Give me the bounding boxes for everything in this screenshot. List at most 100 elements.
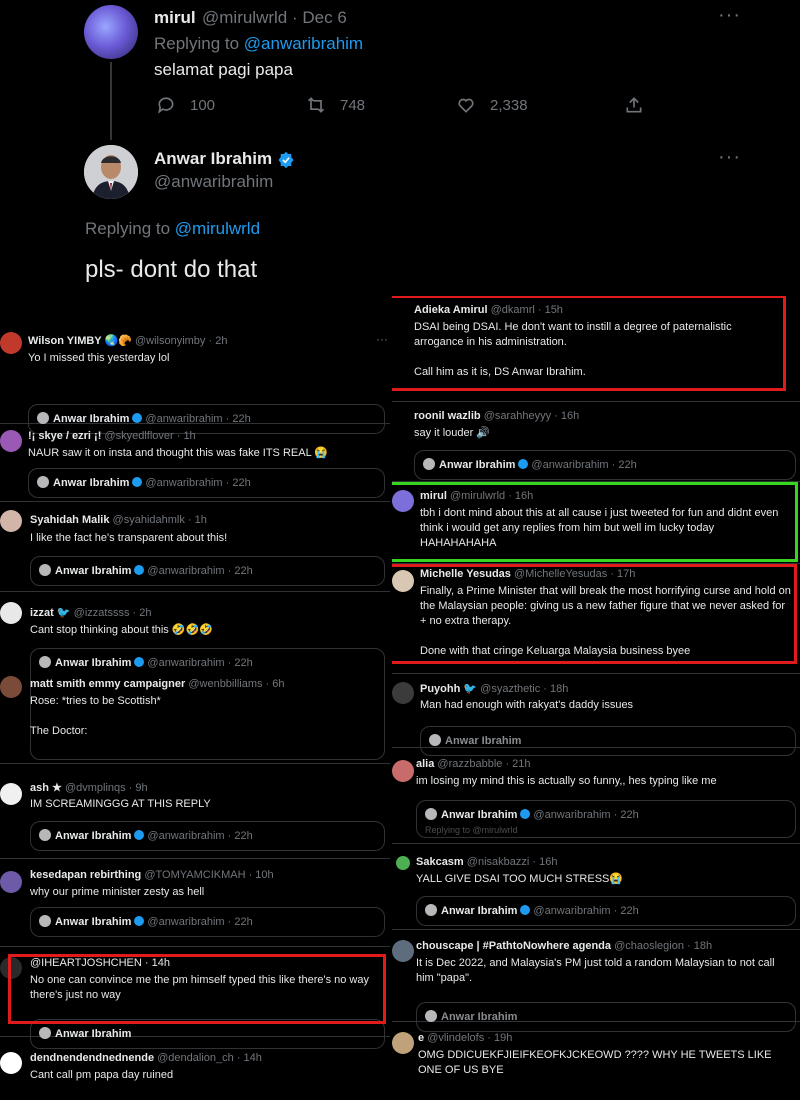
reply-meta: @wilsonyimby · 2h: [134, 335, 228, 347]
reply-avatar[interactable]: [396, 856, 410, 870]
quoted-name: Anwar Ibrahim: [441, 1011, 518, 1023]
reply-avatar[interactable]: [392, 940, 414, 962]
tweet1-more-icon[interactable]: ···: [718, 4, 741, 27]
reply-header: Sakcasm @nisakbazzi · 16h: [416, 856, 557, 868]
reply-item[interactable]: roonil wazlib @sarahheyyy · 16h say it l…: [392, 402, 800, 482]
nested-reply-avatar[interactable]: [0, 676, 22, 698]
quoted-name: Anwar Ibrahim: [55, 916, 132, 928]
verified-badge-icon: [278, 151, 294, 168]
quoted-avatar: [39, 1027, 51, 1039]
nested-reply-meta: @wenbbilliams · 6h: [188, 678, 285, 690]
verified-badge-icon: [134, 916, 145, 926]
reply-item[interactable]: izzat 🐦 @izzatssss · 2h Cant stop thinki…: [0, 592, 390, 764]
quoted-avatar: [39, 829, 51, 841]
verified-badge-icon: [520, 809, 531, 819]
reply-item[interactable]: Wilson YIMBY 🌏🥐 @wilsonyimby · 2h ··· Yo…: [0, 324, 390, 434]
tweet2-author-name[interactable]: Anwar Ibrahim: [154, 149, 295, 169]
tweet2-handle: @anwaribrahim: [154, 172, 274, 191]
quoted-meta: @anwaribrahim · 22h: [145, 477, 251, 489]
reply-header: !¡ skye / ezri ¡! @skyedlflover · 1h: [28, 430, 196, 442]
reply-avatar[interactable]: [392, 682, 414, 704]
tweet1-meta: @mirulwrld · Dec 6: [202, 8, 347, 27]
reply-author[interactable]: Wilson YIMBY 🌏🥐: [28, 335, 132, 347]
reply-item[interactable]: Puyohh 🐦 @syazthetic · 18h Man had enoug…: [392, 674, 800, 756]
quoted-tweet[interactable]: Anwar Ibrahim @anwaribrahim · 22h: [30, 821, 385, 851]
highlight-box-red: [8, 954, 386, 1024]
verified-badge-icon: [134, 657, 145, 667]
reply-avatar[interactable]: [392, 760, 414, 782]
reply-meta: @dendalion_ch · 14h: [157, 1052, 262, 1064]
reply-header: e @vlindelofs · 19h: [418, 1032, 512, 1044]
quoted-tweet[interactable]: Anwar Ibrahim @anwaribrahim · 22h: [28, 468, 385, 498]
anwar-portrait: [84, 145, 138, 199]
reply-item[interactable]: e @vlindelofs · 19h OMG DDICUEKFJIEIFKEO…: [392, 1024, 800, 1100]
reply-header: alia @razzbabble · 21h: [416, 758, 531, 770]
tweet2-more-icon[interactable]: ···: [718, 146, 741, 169]
reply-item[interactable]: dendnendendnednende @dendalion_ch · 14h …: [0, 1044, 390, 1100]
quoted-meta: @anwaribrahim · 22h: [147, 657, 253, 669]
reply-author[interactable]: kesedapan rebirthing: [30, 869, 141, 881]
quoted-avatar: [37, 412, 49, 424]
reply-meta: @razzbabble · 21h: [437, 758, 531, 770]
reply-icon: [158, 97, 174, 114]
nested-reply-author[interactable]: matt smith emmy campaigner: [30, 678, 185, 690]
reply-header: Puyohh 🐦 @syazthetic · 18h: [420, 682, 568, 695]
reply-text: Cant stop thinking about this 🤣🤣🤣: [30, 624, 213, 636]
reply-author[interactable]: Sakcasm: [416, 856, 464, 868]
anwar-avatar[interactable]: [84, 145, 138, 199]
share-button[interactable]: [624, 95, 644, 115]
reply-author[interactable]: alia: [416, 758, 434, 770]
reply-item[interactable]: ash ★ @dvmplinqs · 9h IM SCREAMINGGG AT …: [0, 775, 390, 859]
reply-item[interactable]: chouscape | #PathtoNowhere agenda @chaos…: [392, 932, 800, 1032]
reply-item[interactable]: kesedapan rebirthing @TOMYAMCIKMAH · 10h…: [0, 859, 390, 947]
reply-author[interactable]: izzat 🐦: [30, 607, 71, 619]
reply-author[interactable]: dendnendendnednende: [30, 1052, 154, 1064]
replying-handle-link[interactable]: @mirulwrld: [175, 219, 260, 238]
reply-avatar[interactable]: [0, 510, 22, 532]
like-count: 2,338: [490, 96, 528, 114]
reply-avatar[interactable]: [0, 332, 22, 354]
left-replies-panel: Wilson YIMBY 🌏🥐 @wilsonyimby · 2h ··· Yo…: [0, 300, 390, 1100]
reply-avatar[interactable]: [392, 1032, 414, 1054]
reply-item[interactable]: !¡ skye / ezri ¡! @skyedlflover · 1h NAU…: [0, 424, 390, 502]
replying-handle-link[interactable]: @anwaribrahim: [244, 34, 363, 53]
tweet1-author-name[interactable]: mirul: [154, 8, 196, 28]
retweet-icon: [307, 97, 325, 113]
reply-avatar[interactable]: [0, 430, 22, 452]
like-button[interactable]: 2,338: [456, 95, 528, 115]
reply-author[interactable]: e: [418, 1032, 424, 1044]
reply-author[interactable]: ash ★: [30, 782, 62, 794]
verified-badge-icon: [134, 830, 145, 840]
reply-meta: @izzatssss · 2h: [73, 607, 152, 619]
reply-author[interactable]: chouscape | #PathtoNowhere agenda: [416, 940, 611, 952]
quoted-name: Anwar Ibrahim: [441, 809, 518, 821]
quoted-tweet[interactable]: Anwar Ibrahim @anwaribrahim · 22h: [30, 907, 385, 937]
reply-avatar[interactable]: [0, 602, 22, 624]
retweet-button[interactable]: 748: [306, 95, 365, 115]
quoted-tweet[interactable]: Anwar Ibrahim @anwaribrahim · 22h Replyin…: [416, 800, 796, 838]
reply-author[interactable]: roonil wazlib: [414, 410, 481, 422]
reply-text: im losing my mind this is actually so fu…: [416, 775, 717, 787]
reply-header: izzat 🐦 @izzatssss · 2h: [30, 606, 151, 619]
reply-author[interactable]: !¡ skye / ezri ¡!: [28, 430, 101, 442]
quoted-tweet[interactable]: Anwar Ibrahim @anwaribrahim · 22h: [30, 556, 385, 586]
tweet2-text: pls- dont do that: [85, 256, 258, 283]
reply-meta: @sarahheyyy · 16h: [483, 410, 580, 422]
reply-item[interactable]: Sakcasm @nisakbazzi · 16h YALL GIVE DSAI…: [392, 848, 800, 930]
reply-avatar[interactable]: [0, 871, 22, 893]
verified-badge-icon: [132, 413, 143, 423]
reply-avatar[interactable]: [0, 783, 22, 805]
reply-avatar[interactable]: [0, 1052, 22, 1074]
reply-author[interactable]: Puyohh 🐦: [420, 683, 477, 695]
mirul-avatar[interactable]: [84, 5, 138, 59]
quoted-name: Anwar Ibrahim: [53, 477, 130, 489]
reply-item[interactable]: alia @razzbabble · 21h im losing my mind…: [392, 752, 800, 844]
more-icon[interactable]: ···: [376, 332, 388, 346]
reply-author[interactable]: Syahidah Malik: [30, 514, 109, 526]
quoted-tweet[interactable]: Anwar Ibrahim @anwaribrahim · 22h: [416, 896, 796, 926]
nested-reply-header: matt smith emmy campaigner @wenbbilliams…: [30, 678, 285, 690]
reply-item[interactable]: Syahidah Malik @syahidahmlk · 1h I like …: [0, 502, 390, 592]
reply-button[interactable]: 100: [156, 95, 215, 115]
reply-text: YALL GIVE DSAI TOO MUCH STRESS😭: [416, 873, 624, 885]
quoted-tweet[interactable]: Anwar Ibrahim @anwaribrahim · 22h: [414, 450, 796, 480]
